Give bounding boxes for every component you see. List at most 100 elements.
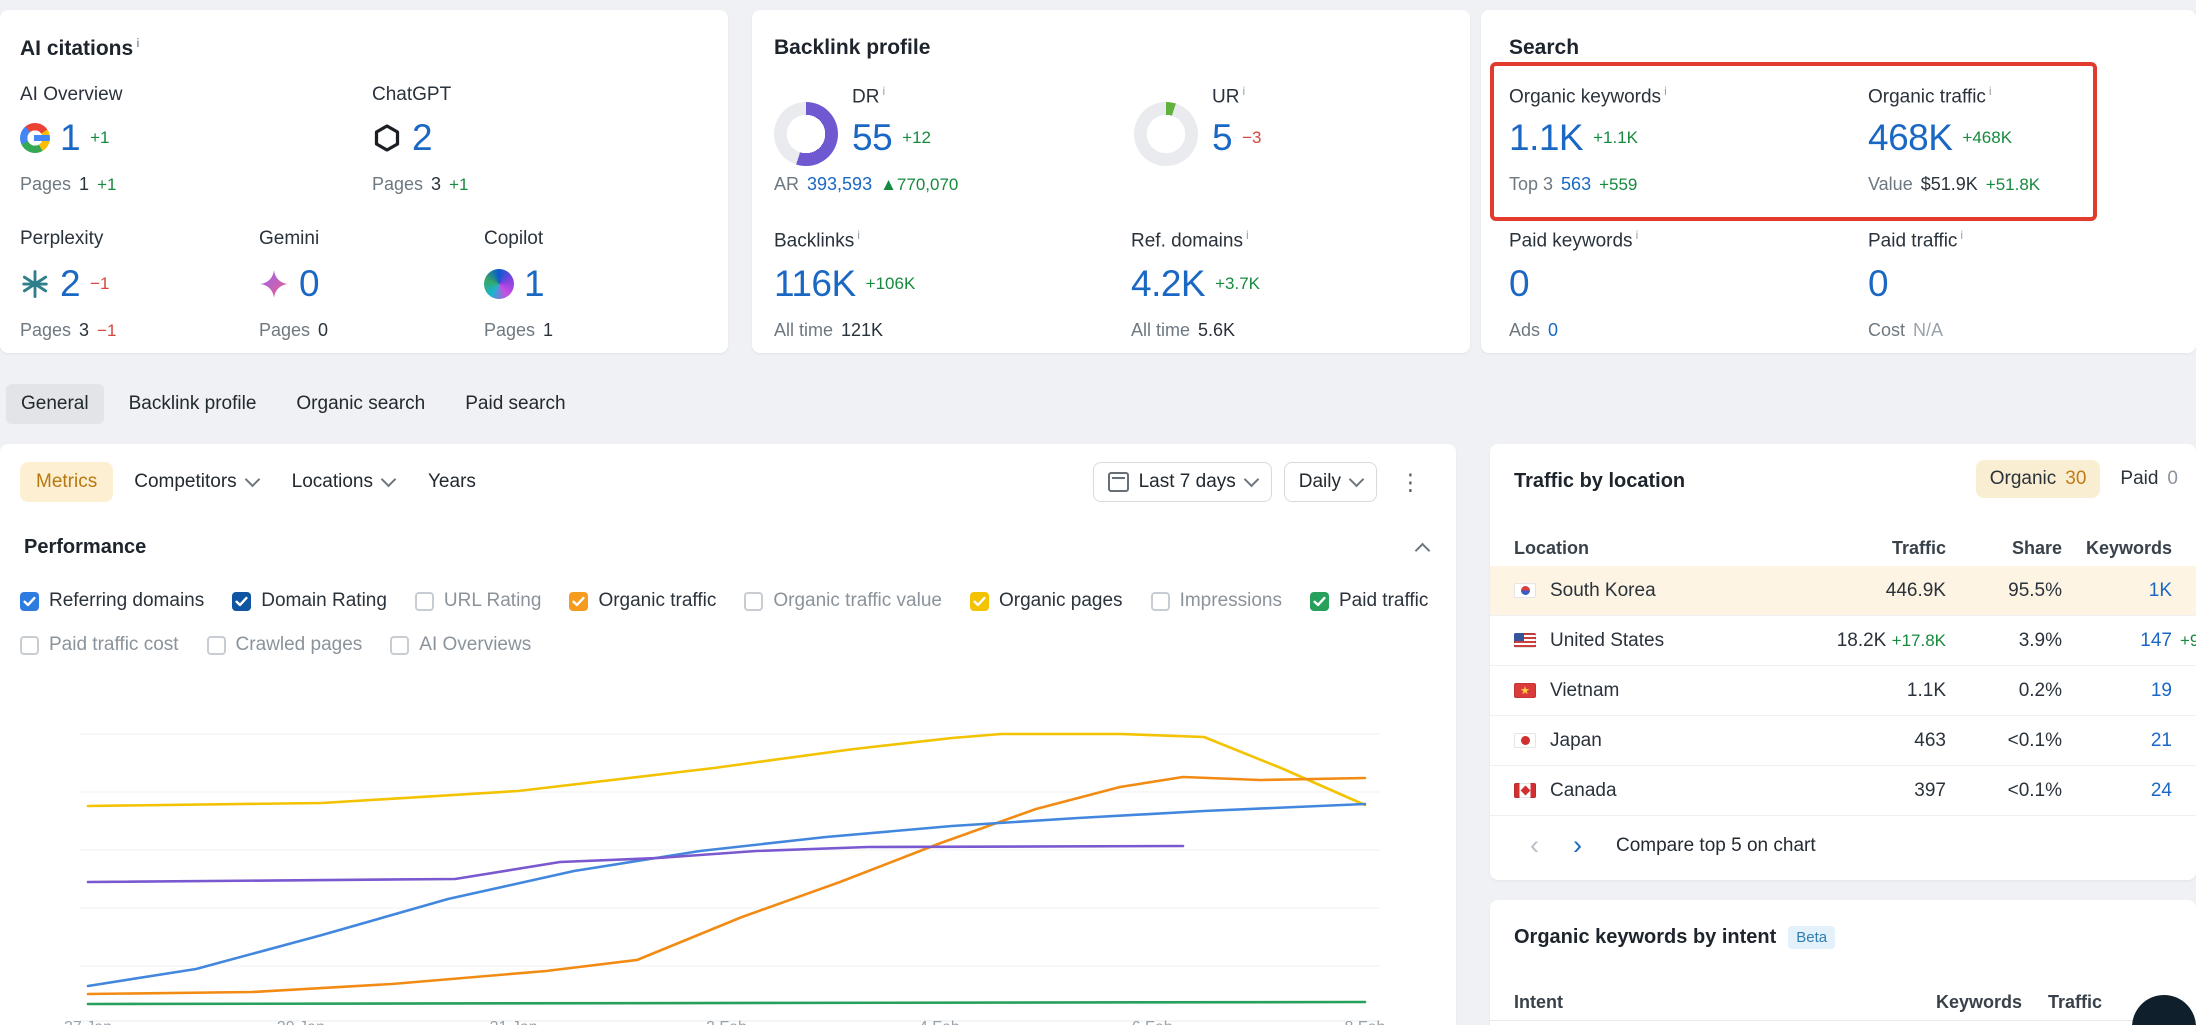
metric-checkbox-ai-overviews[interactable]: AI Overviews xyxy=(390,634,531,656)
ai-citations-title: AI citationsi xyxy=(20,36,140,61)
years-button[interactable]: Years xyxy=(415,462,489,502)
checkbox-unchecked-icon xyxy=(415,592,434,611)
paid-keywords-value[interactable]: 0 xyxy=(1509,263,1529,305)
ai-overview-value[interactable]: 1 xyxy=(60,117,80,159)
perplexity-icon xyxy=(20,269,50,299)
metric-checkbox-organic-traffic[interactable]: Organic traffic xyxy=(569,590,716,612)
chatgpt-label: ChatGPT xyxy=(372,84,451,106)
keywords-link[interactable]: 24 xyxy=(2151,780,2172,801)
info-icon[interactable]: i xyxy=(1989,84,1992,98)
chart-x-label: 8 Feb xyxy=(1345,1019,1386,1025)
intent-panel-header: Organic keywords by intent Beta xyxy=(1514,926,1835,949)
backlinks-value[interactable]: 116K xyxy=(774,263,856,305)
table-row-canada: Canada 397 <0.1% 24 xyxy=(1490,766,2196,816)
checkbox-unchecked-icon xyxy=(744,592,763,611)
pager-next-icon[interactable]: › xyxy=(1573,832,1582,859)
location-name: South Korea xyxy=(1550,580,1750,602)
location-name: Japan xyxy=(1550,730,1750,752)
ref-domains-value-row: 4.2K +3.7K xyxy=(1131,258,1260,310)
paid-traffic-value[interactable]: 0 xyxy=(1868,263,1888,305)
collapse-chevron-icon[interactable] xyxy=(1415,542,1431,558)
keywords-link[interactable]: 19 xyxy=(2151,680,2172,701)
organic-keywords-value-row: 1.1K +1.1K xyxy=(1509,112,1638,164)
paid-keywords-value-row: 0 xyxy=(1509,258,1529,310)
info-icon[interactable]: i xyxy=(857,228,860,242)
tab-backlink-profile[interactable]: Backlink profile xyxy=(114,384,272,424)
info-icon[interactable]: i xyxy=(1664,84,1667,98)
metric-checkbox-domain-rating[interactable]: Domain Rating xyxy=(232,590,387,612)
chart-x-label: 6 Feb xyxy=(1132,1019,1173,1025)
ur-value[interactable]: 5 xyxy=(1212,117,1232,159)
info-icon[interactable]: i xyxy=(1242,84,1245,98)
column-traffic: Traffic xyxy=(1750,538,1946,559)
chart-x-label: 29 Jan xyxy=(277,1019,325,1025)
gemini-value[interactable]: 0 xyxy=(299,263,319,305)
metric-checkbox-paid-traffic[interactable]: Paid traffic xyxy=(1310,590,1428,612)
info-icon[interactable]: i xyxy=(1636,228,1639,242)
metric-toggles-row-1: Referring domains Domain Rating URL Rati… xyxy=(20,590,1428,612)
organic-traffic-label: Organic traffici xyxy=(1868,84,1992,108)
date-range-button[interactable]: Last 7 days xyxy=(1093,462,1272,502)
locations-button[interactable]: Locations xyxy=(279,462,407,502)
keywords-link[interactable]: 147 xyxy=(2140,630,2172,651)
ur-value-row: 5 −3 xyxy=(1212,112,1261,164)
chatgpt-icon xyxy=(372,123,402,153)
ur-delta: −3 xyxy=(1242,128,1261,148)
column-share: Share xyxy=(1946,538,2062,559)
ref-domains-value[interactable]: 4.2K xyxy=(1131,263,1205,305)
metric-checkbox-url-rating[interactable]: URL Rating xyxy=(415,590,542,612)
organic-traffic-value[interactable]: 468K xyxy=(1868,117,1952,159)
metric-checkbox-crawled-pages[interactable]: Crawled pages xyxy=(207,634,363,656)
copilot-label: Copilot xyxy=(484,228,543,250)
location-name: United States xyxy=(1550,630,1750,652)
granularity-button[interactable]: Daily xyxy=(1284,462,1377,502)
metric-checkbox-referring-domains[interactable]: Referring domains xyxy=(20,590,204,612)
chart-x-label: 27 Jan xyxy=(64,1019,112,1025)
more-options-button[interactable]: ⋮ xyxy=(1389,465,1432,500)
keywords-link[interactable]: 1K xyxy=(2149,580,2172,601)
checkbox-checked-icon xyxy=(970,592,989,611)
competitors-button[interactable]: Competitors xyxy=(121,462,270,502)
organic-keywords-label: Organic keywordsi xyxy=(1509,84,1667,108)
metrics-button[interactable]: Metrics xyxy=(20,462,113,502)
pager-prev-icon[interactable]: ‹ xyxy=(1530,832,1539,859)
chart-x-label: 31 Jan xyxy=(490,1019,538,1025)
dr-delta: +12 xyxy=(902,128,931,148)
checkbox-checked-icon xyxy=(569,592,588,611)
chart-line-organic-traffic xyxy=(88,777,1365,994)
tab-general[interactable]: General xyxy=(6,384,104,424)
compare-top5-label[interactable]: Compare top 5 on chart xyxy=(1616,835,1816,857)
organic-keywords-value[interactable]: 1.1K xyxy=(1509,117,1583,159)
info-icon[interactable]: i xyxy=(1246,228,1249,242)
info-icon[interactable]: i xyxy=(136,36,139,50)
metric-checkbox-impressions[interactable]: Impressions xyxy=(1151,590,1282,612)
ref-domains-label: Ref. domainsi xyxy=(1131,228,1249,252)
ar-row: AR 393,593 ▲770,070 xyxy=(774,174,958,195)
paid-keywords-ads: Ads 0 xyxy=(1509,320,1558,341)
perplexity-value[interactable]: 2 xyxy=(60,263,80,305)
copilot-icon xyxy=(484,269,514,299)
organic-toggle-button[interactable]: Organic30 xyxy=(1976,460,2101,498)
organic-paid-toggle: Organic30 Paid0 xyxy=(1976,460,2192,498)
metric-checkbox-organic-traffic-value[interactable]: Organic traffic value xyxy=(744,590,942,612)
paid-toggle-button[interactable]: Paid0 xyxy=(2106,460,2192,498)
metric-checkbox-paid-traffic-cost[interactable]: Paid traffic cost xyxy=(20,634,179,656)
top3-link[interactable]: 563 xyxy=(1561,174,1591,195)
organic-traffic-value-sub: Value $51.9K +51.8K xyxy=(1868,174,2040,195)
info-icon[interactable]: i xyxy=(882,84,885,98)
tab-paid-search[interactable]: Paid search xyxy=(450,384,580,424)
chart-x-label: 2 Feb xyxy=(706,1019,747,1025)
share-value: <0.1% xyxy=(1946,780,2062,802)
ar-value-link[interactable]: 393,593 xyxy=(807,174,872,195)
keywords-link[interactable]: 21 xyxy=(2151,730,2172,751)
tab-organic-search[interactable]: Organic search xyxy=(281,384,440,424)
share-value: 95.5% xyxy=(1946,580,2062,602)
chatgpt-value[interactable]: 2 xyxy=(412,117,432,159)
location-table-body: South Korea 446.9K 95.5% 1K United State… xyxy=(1490,566,2196,816)
ads-link[interactable]: 0 xyxy=(1548,320,1558,341)
metric-checkbox-organic-pages[interactable]: Organic pages xyxy=(970,590,1123,612)
dr-value[interactable]: 55 xyxy=(852,117,892,159)
checkbox-checked-icon xyxy=(232,592,251,611)
copilot-value[interactable]: 1 xyxy=(524,263,544,305)
info-icon[interactable]: i xyxy=(1960,228,1963,242)
